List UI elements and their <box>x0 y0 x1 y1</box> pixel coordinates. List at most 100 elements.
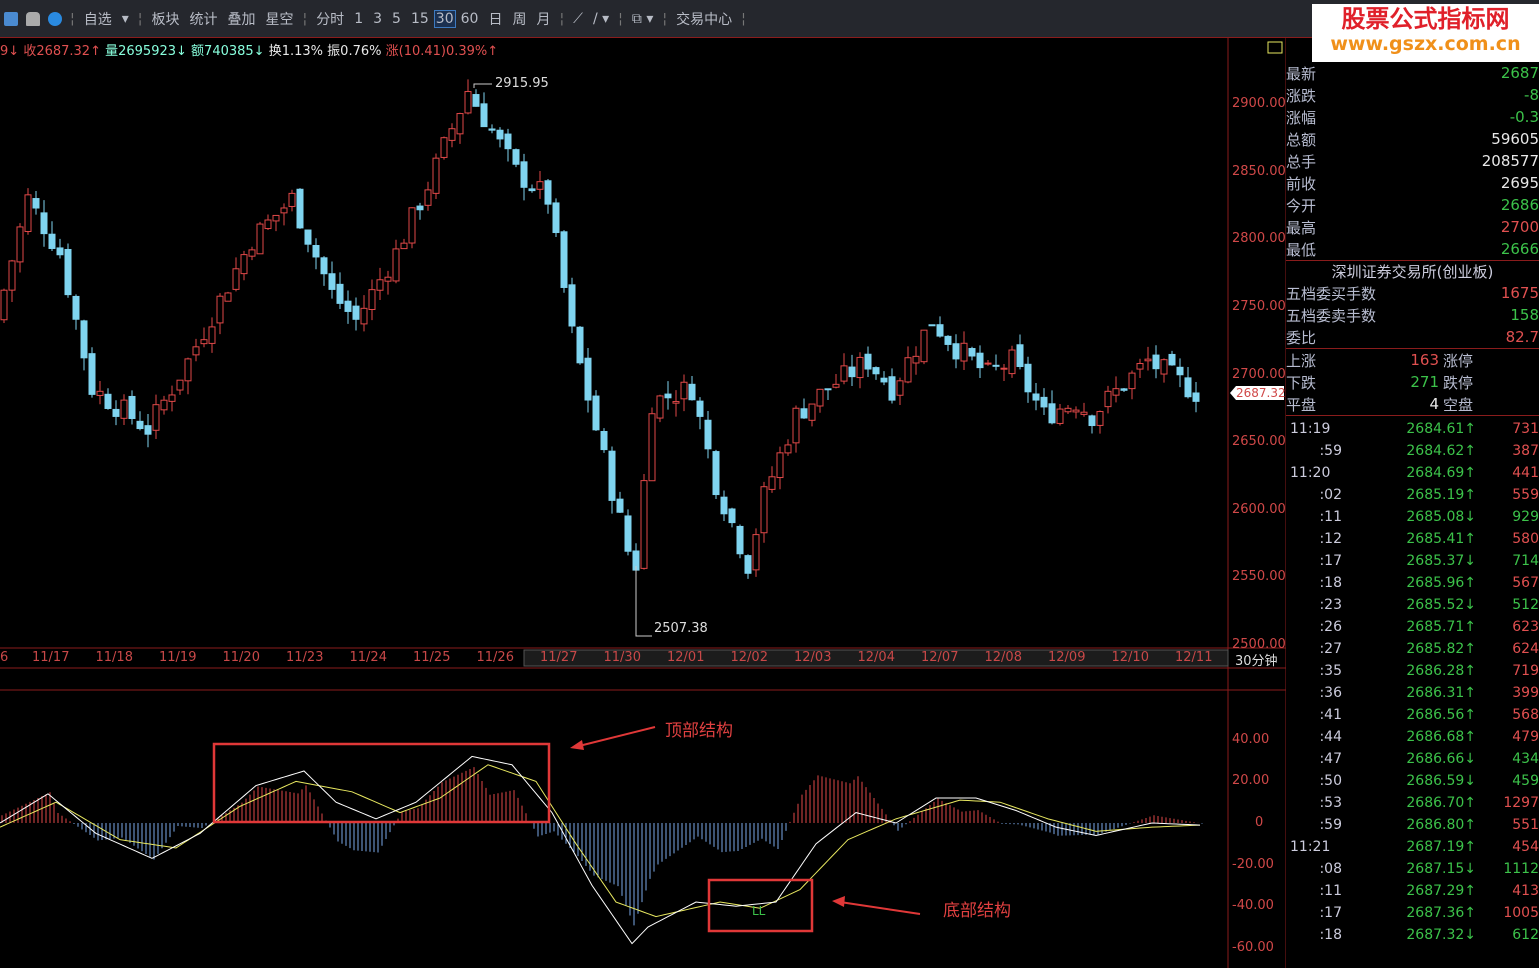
candle-body <box>560 231 568 288</box>
candle-body <box>1128 372 1136 390</box>
quote-value: 2666 <box>1500 240 1539 258</box>
bottom-structure-label: 底部结构 <box>943 901 1011 921</box>
breadth-label: 下跌 <box>1286 373 1317 392</box>
macd-tick: -60.00 <box>1232 939 1274 955</box>
candle-body <box>616 498 624 513</box>
candle-body <box>1040 396 1048 408</box>
candle-body <box>432 157 440 194</box>
candle-body <box>216 295 224 324</box>
tick-row: 11:21 2687.19↑ 454 <box>1286 836 1539 858</box>
candle-body <box>400 242 408 250</box>
tick-row: :08 2687.15↓ 1112 <box>1286 858 1539 880</box>
candle-body <box>736 525 744 555</box>
tick-row: :18 2687.32↓ 612 <box>1286 924 1539 946</box>
macd-indicator <box>0 755 1203 945</box>
breadth-tag: 涨停 <box>1443 351 1474 370</box>
tick-row: :11 2685.08↓ 929 <box>1286 506 1539 528</box>
tick-volume: 459 <box>1512 773 1539 789</box>
candle-body <box>1056 408 1064 424</box>
price-tick: 2850.00 <box>1232 163 1286 179</box>
tick-row: :23 2685.52↓ 512 <box>1286 594 1539 616</box>
tick-volume: 434 <box>1512 751 1539 767</box>
tick-time: :59 <box>1319 817 1342 833</box>
quote-value: 59605 <box>1491 130 1539 148</box>
tick-volume: 719 <box>1512 663 1539 679</box>
tick-price: 2685.71↑ <box>1406 619 1476 635</box>
candle-body <box>920 329 928 363</box>
tick-row: :44 2686.68↑ 479 <box>1286 726 1539 748</box>
candle-body <box>392 248 400 282</box>
tick-row: :17 2685.37↓ 714 <box>1286 550 1539 572</box>
candle-body <box>416 205 424 211</box>
tick-price: 2685.08↓ <box>1406 509 1476 525</box>
candle-body <box>1072 409 1080 413</box>
candle-body <box>232 268 240 290</box>
bottom-marker: LL <box>752 904 766 918</box>
candle-body <box>888 376 896 401</box>
candle-body <box>1000 367 1008 370</box>
order-label: 五档委买手数 <box>1286 284 1377 303</box>
tick-price: 2687.29↑ <box>1406 883 1476 899</box>
tick-volume: 1297 <box>1503 795 1539 811</box>
low-label: 2507.38 <box>654 621 708 636</box>
date-tick: 11/19 <box>159 650 197 665</box>
tick-volume: 454 <box>1512 839 1539 855</box>
candle-body <box>1064 407 1072 413</box>
date-tick: 12/03 <box>794 650 832 665</box>
date-tick: 12/11 <box>1175 650 1213 665</box>
candle-body <box>456 113 464 135</box>
order-value: 82.7 <box>1505 328 1539 346</box>
tick-list[interactable]: 11:19 2684.61↑ 731:59 2684.62↑ 387 11:20 2684.… <box>1286 415 1539 946</box>
tick-volume: 441 <box>1512 465 1539 481</box>
tick-time: :18 <box>1319 927 1342 943</box>
candle-body <box>528 188 536 192</box>
layout-toggle-icon[interactable] <box>1267 41 1283 54</box>
order-row: 委比 82.7 <box>1286 326 1539 348</box>
candle-body <box>136 420 144 430</box>
tick-volume: 512 <box>1512 597 1539 613</box>
candle-body <box>584 357 592 401</box>
price-tick: 2500.00 <box>1232 637 1286 652</box>
candle-body <box>600 431 608 451</box>
date-tick: 6 <box>0 650 9 665</box>
dif-line <box>0 755 1201 945</box>
candle-body <box>24 194 32 233</box>
candle-body <box>48 233 56 249</box>
chart-canvas[interactable] <box>0 0 1286 968</box>
candle-body <box>1104 390 1112 408</box>
candle-body <box>80 320 88 359</box>
candle-body <box>848 366 856 378</box>
candle-body <box>824 388 832 391</box>
candle-body <box>336 283 344 304</box>
candle-body <box>32 198 40 209</box>
candle-body <box>64 248 72 296</box>
order-value: 158 <box>1510 306 1539 324</box>
tick-volume: 929 <box>1512 509 1539 525</box>
quote-label: 总额 <box>1286 130 1317 149</box>
candle-body <box>608 450 616 501</box>
date-tick: 11/17 <box>32 650 70 665</box>
candle-body <box>376 279 384 291</box>
tick-price: 2686.56↑ <box>1406 707 1476 723</box>
candle-body <box>680 381 688 400</box>
quote-row: 总额 59605 <box>1286 128 1539 150</box>
candle-body <box>552 202 560 234</box>
candle-body <box>1016 344 1024 367</box>
candle-body <box>816 388 824 407</box>
candle-body <box>1024 363 1032 393</box>
tick-row: :41 2686.56↑ 568 <box>1286 704 1539 726</box>
candle-body <box>16 226 24 263</box>
candle-body <box>128 395 136 419</box>
candle-body <box>576 326 584 364</box>
tick-price: 2686.31↑ <box>1406 685 1476 701</box>
candle-body <box>424 189 432 206</box>
candle-body <box>488 128 496 131</box>
candle-body <box>120 399 128 419</box>
macd-tick: 0 <box>1255 815 1264 830</box>
tick-price: 2684.69↑ <box>1406 465 1476 481</box>
candle-body <box>880 377 888 383</box>
quote-value: 2686 <box>1500 196 1539 214</box>
tick-price: 2685.37↓ <box>1406 553 1476 569</box>
macd-tick: -40.00 <box>1232 898 1274 914</box>
candle-body <box>320 257 328 275</box>
